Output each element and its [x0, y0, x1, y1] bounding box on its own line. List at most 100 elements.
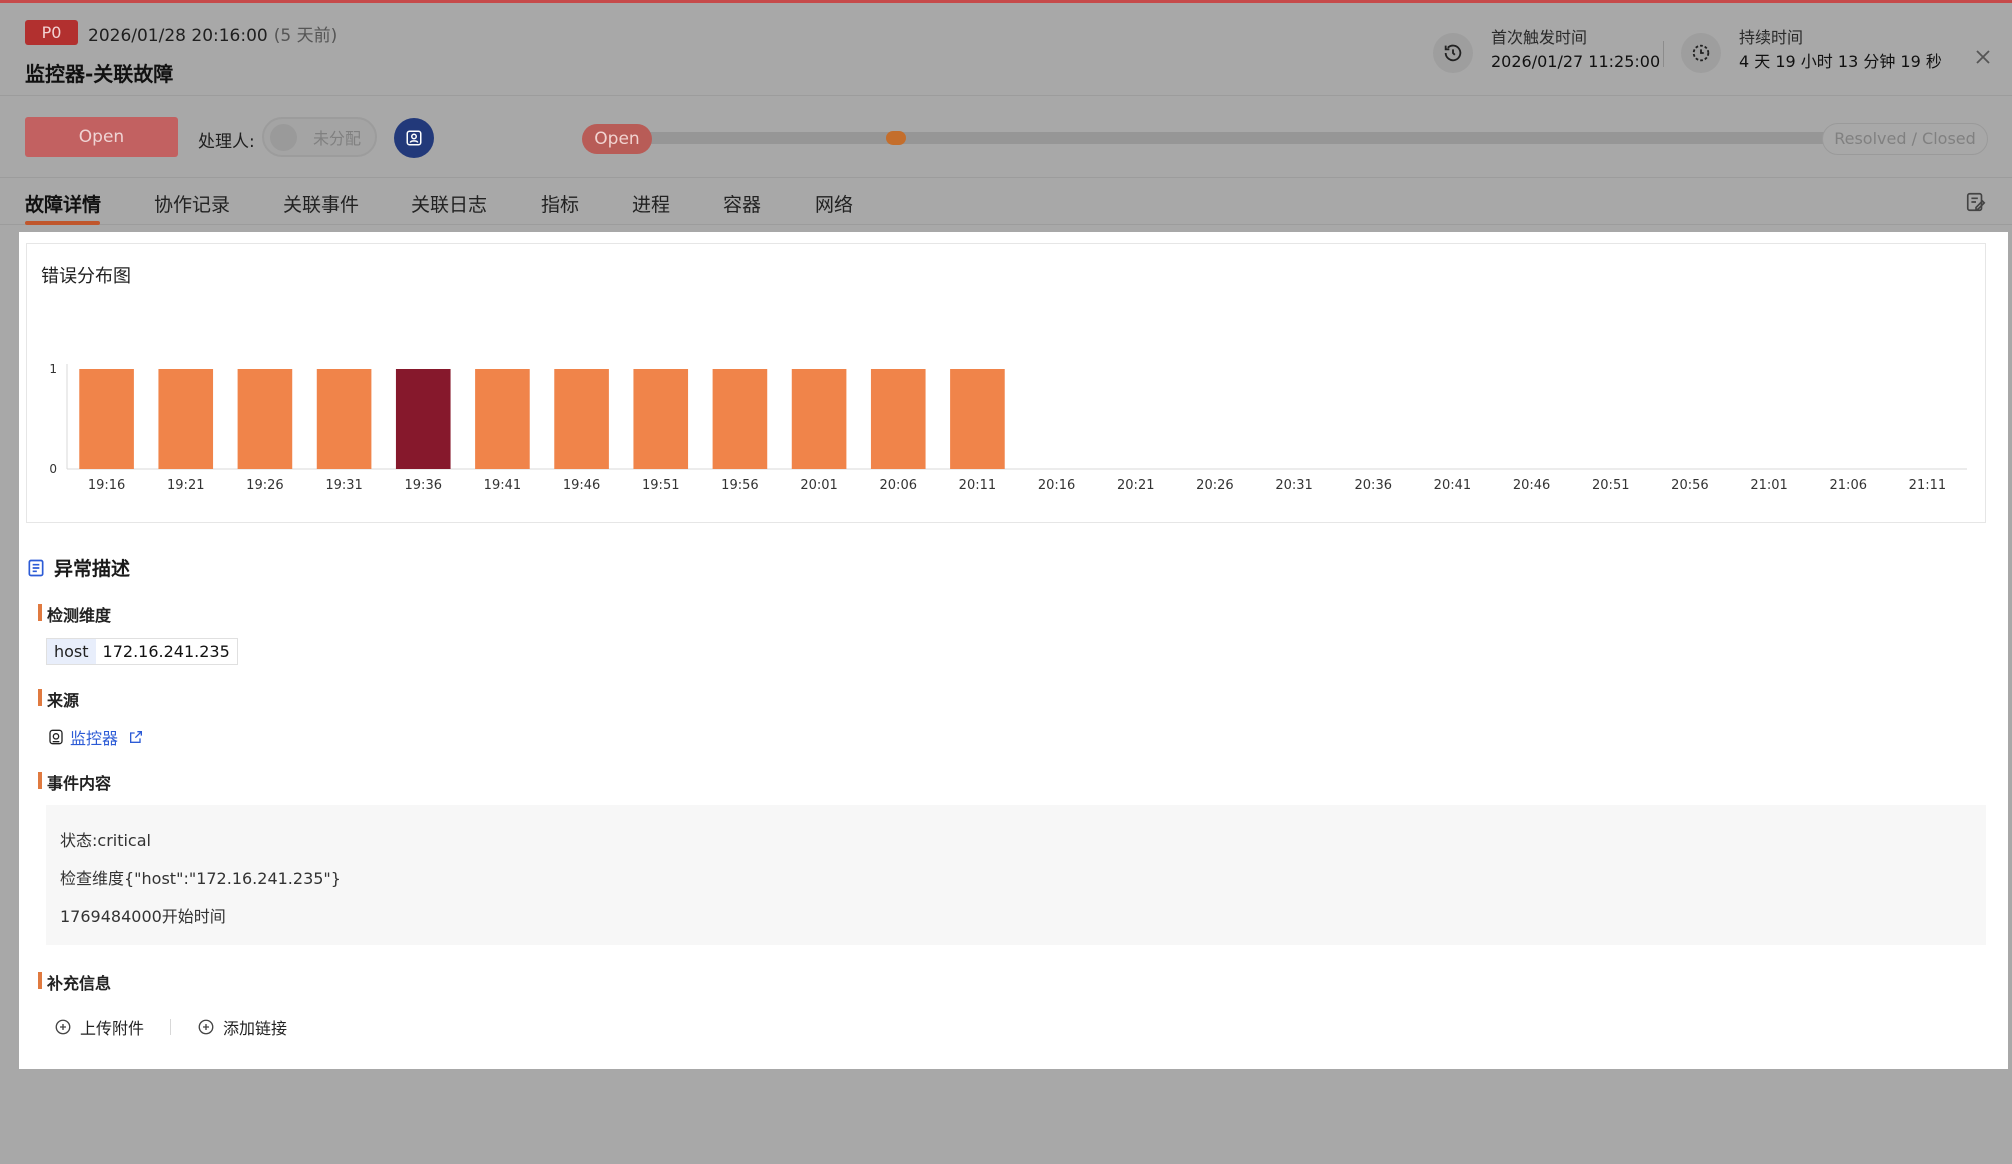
bar: [791, 369, 847, 469]
tab-collaboration[interactable]: 协作记录: [154, 190, 230, 217]
status-track-open[interactable]: Open: [582, 124, 652, 154]
dimension-key: host: [47, 639, 96, 664]
x-tick-label: 19:46: [563, 478, 600, 493]
x-tick-label: 20:06: [880, 478, 917, 493]
page-title: 监控器-关联故障: [25, 62, 174, 86]
x-tick-label: 20:56: [1671, 478, 1708, 493]
dimension-heading: 检测维度: [38, 602, 111, 626]
bar: [554, 369, 609, 469]
x-tick-label: 19:41: [484, 478, 521, 493]
y-tick-label: 0: [49, 462, 57, 476]
source-row: 监控器: [48, 725, 144, 749]
x-tick-label: 20:36: [1355, 478, 1392, 493]
duration-value: 4 天 19 小时 13 分钟 19 秒: [1739, 52, 1942, 71]
assignee-placeholder: 未分配: [313, 129, 362, 148]
upload-attachment-button[interactable]: 上传附件: [54, 1015, 144, 1039]
event-heading: 事件内容: [38, 770, 111, 794]
event-line: 状态:critical: [60, 831, 151, 850]
clock-icon: [1433, 33, 1473, 73]
x-tick-label: 19:31: [325, 478, 362, 493]
event-line: 1769484000开始时间: [60, 907, 226, 926]
error-distribution-card: 0 1 19:16 19:21 19:26 19:31 19:36 19:41 19:46 19:…: [26, 243, 1986, 523]
first-trigger-label: 首次触发时间: [1491, 28, 1588, 47]
chart-title: 错误分布图: [41, 266, 131, 287]
assignee-select[interactable]: 未分配: [262, 117, 377, 157]
anomaly-section-header: 异常描述: [26, 554, 130, 581]
incident-detail-panel: 0 1 19:16 19:21 19:26 19:31 19:36 19:41 19:46 19:…: [19, 232, 2008, 1069]
tab-metrics[interactable]: 指标: [541, 190, 579, 217]
error-distribution-chart: 0 1 19:16 19:21 19:26 19:31 19:36 19:41 19:46 19:…: [49, 362, 1967, 493]
source-link[interactable]: 监控器: [70, 725, 118, 749]
x-tick-label: 20:16: [1038, 478, 1075, 493]
source-heading: 来源: [38, 687, 79, 711]
external-link-icon[interactable]: [128, 729, 144, 745]
document-icon: [28, 559, 44, 576]
plus-circle-icon: [198, 1019, 214, 1035]
extra-info-actions: 上传附件 添加链接: [54, 1015, 287, 1039]
x-tick-label: 19:51: [642, 478, 679, 493]
tab-containers[interactable]: 容器: [723, 190, 761, 217]
avatar: [270, 123, 297, 151]
event-content-box: 状态:critical 检查维度{"host":"172.16.241.235"…: [46, 805, 1986, 945]
duration-label: 持续时间: [1739, 28, 1804, 47]
x-tick-label: 21:01: [1750, 478, 1787, 493]
bar: [79, 369, 134, 469]
bar: [237, 369, 293, 469]
incident-header: P0 2026/01/28 20:16:00 (5 天前) 监控器-关联故障 首次…: [0, 3, 2012, 95]
extra-info-heading: 补充信息: [38, 970, 111, 994]
status-track-bar: [642, 132, 1912, 144]
bar: [395, 369, 451, 469]
first-trigger-value: 2026/01/27 11:25:00: [1491, 52, 1661, 71]
x-tick-label: 20:41: [1434, 478, 1471, 493]
section-title: 异常描述: [54, 558, 131, 580]
action-row: Open 处理人: 未分配 Open Resolved / Closed: [0, 95, 2012, 177]
x-tick-label: 20:26: [1196, 478, 1233, 493]
priority-badge: P0: [25, 20, 78, 45]
monitor-icon: [49, 729, 63, 745]
x-tick-label: 20:46: [1513, 478, 1550, 493]
tab-related-events[interactable]: 关联事件: [283, 190, 359, 217]
tab-processes[interactable]: 进程: [632, 190, 670, 217]
x-tick-label: 20:51: [1592, 478, 1629, 493]
event-line: 检查维度{"host":"172.16.241.235"}: [60, 869, 341, 888]
x-tick-label: 20:01: [800, 478, 837, 493]
status-track-resolved[interactable]: Resolved / Closed: [1822, 123, 1988, 155]
trigger-time-ago: (5 天前): [273, 26, 338, 46]
active-tab-indicator: [25, 221, 100, 225]
first-trigger-block: 首次触发时间 2026/01/27 11:25:00: [1433, 27, 1660, 75]
dimension-value: 172.16.241.235: [102, 642, 230, 661]
add-link-button[interactable]: 添加链接: [197, 1015, 287, 1039]
meta-divider: [1663, 41, 1664, 67]
inbox-user-icon: [406, 130, 422, 146]
x-tick-label: 19:21: [167, 478, 204, 493]
status-track-marker[interactable]: [886, 131, 906, 145]
edit-note-icon[interactable]: [1965, 191, 1987, 213]
bar: [158, 369, 214, 469]
tab-related-logs[interactable]: 关联日志: [411, 190, 487, 217]
bar: [870, 369, 926, 469]
x-tick-label: 21:06: [1830, 478, 1867, 493]
y-tick-label: 1: [49, 362, 57, 376]
x-tick-label: 19:16: [88, 478, 125, 493]
status-button[interactable]: Open: [25, 117, 178, 157]
assignee-label: 处理人:: [198, 132, 255, 152]
x-tick-label: 20:11: [959, 478, 996, 493]
x-tick-label: 19:26: [246, 478, 283, 493]
status-track[interactable]: Open Resolved / Closed: [582, 116, 1988, 158]
dimension-tag: host 172.16.241.235: [46, 638, 238, 665]
divider: [170, 1019, 172, 1035]
close-icon[interactable]: [1971, 45, 1995, 69]
upload-attachment-label: 上传附件: [80, 1019, 145, 1038]
bar: [712, 369, 768, 469]
x-tick-label: 20:31: [1275, 478, 1312, 493]
bar: [950, 369, 1005, 469]
tab-network[interactable]: 网络: [815, 190, 853, 217]
x-tick-label: 21:11: [1909, 478, 1946, 493]
trigger-time-value: 2026/01/28 20:16:00: [88, 26, 268, 46]
duration-block: 持续时间 4 天 19 小时 13 分钟 19 秒: [1681, 27, 1942, 75]
tab-incident-details[interactable]: 故障详情: [25, 190, 101, 217]
x-tick-label: 19:56: [721, 478, 758, 493]
plus-circle-icon: [55, 1019, 71, 1035]
bar: [316, 369, 372, 469]
assign-to-me-button[interactable]: [394, 118, 434, 158]
